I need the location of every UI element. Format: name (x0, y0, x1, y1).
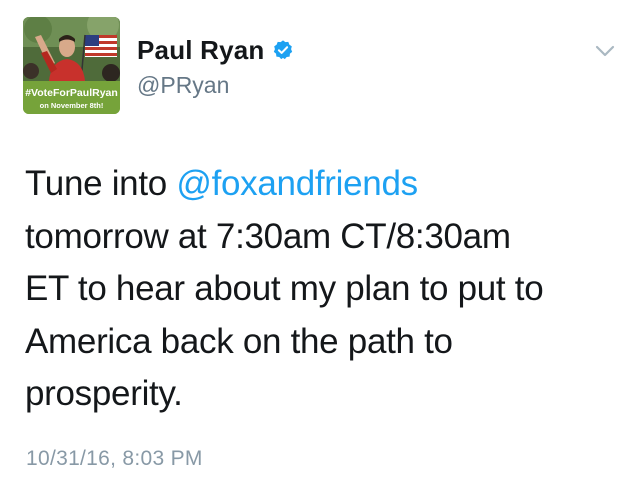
verified-badge-icon (273, 40, 292, 60)
avatar-banner-hashtag: #VoteForPaulRyan (25, 87, 118, 99)
tweet-text-line: tomorrow at 7:30am CT/8:30am (25, 216, 511, 256)
tweet-text: Tune into @foxandfriends tomorrow at 7:3… (25, 158, 625, 421)
tweet-text-line: Tune into @foxandfriends (25, 158, 625, 211)
display-name[interactable]: Paul Ryan (137, 35, 265, 66)
avatar-banner-date: on November 8th! (39, 100, 104, 110)
tweet-card: #VoteForPaulRyan on November 8th! Paul R… (0, 0, 640, 495)
display-name-row: Paul Ryan (137, 34, 294, 66)
tweet-text-segment: Tune into (25, 164, 177, 203)
avatar-photo (23, 17, 120, 81)
tweet-text-line: America back on the path to (25, 321, 453, 361)
mention-link[interactable]: @foxandfriends (176, 164, 418, 203)
chevron-down-icon[interactable] (592, 38, 618, 64)
tweet-text-line: ET to hear about my plan to put to (25, 269, 544, 308)
tweet-text-line: prosperity. (25, 374, 183, 413)
tweet-timestamp[interactable]: 10/31/16, 8:03 PM (26, 447, 203, 471)
avatar[interactable]: #VoteForPaulRyan on November 8th! (23, 17, 120, 114)
user-handle[interactable]: @PRyan (137, 72, 229, 99)
avatar-banner: #VoteForPaulRyan on November 8th! (23, 81, 120, 114)
